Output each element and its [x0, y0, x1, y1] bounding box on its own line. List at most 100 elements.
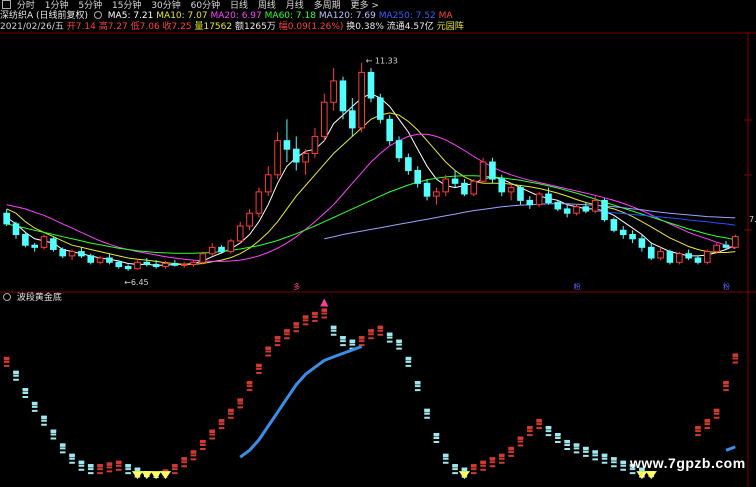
candle — [675, 251, 683, 265]
ma20-line — [6, 133, 736, 262]
candle — [171, 260, 179, 267]
candle-body — [433, 191, 440, 197]
candle — [554, 200, 562, 212]
candle — [461, 179, 468, 197]
bottom-signal — [458, 471, 470, 480]
candle-body — [545, 193, 552, 204]
candle-body — [395, 140, 403, 159]
candle — [535, 191, 543, 207]
candle-body — [283, 140, 291, 150]
candle-body — [3, 212, 10, 225]
ma10-line — [6, 112, 736, 265]
candle-body — [666, 251, 674, 263]
candle-body — [498, 178, 506, 193]
candle-body — [479, 161, 487, 182]
candle-body — [292, 148, 300, 163]
candle — [563, 204, 571, 218]
indicator-base-line — [239, 345, 736, 459]
candle — [59, 247, 67, 258]
candle-body — [218, 246, 225, 253]
candle — [190, 260, 197, 267]
candle — [367, 68, 375, 103]
candle-body — [461, 182, 468, 195]
high-price-label: ← 11.33 — [366, 57, 398, 66]
candle-body — [246, 212, 253, 227]
candle — [666, 249, 674, 265]
candle-body — [339, 80, 347, 112]
candle-body — [115, 261, 123, 268]
candle-body — [694, 257, 702, 263]
candle-body — [22, 234, 29, 246]
candle-body — [31, 244, 38, 248]
candle — [647, 243, 655, 261]
candle-body — [685, 253, 692, 259]
candle-body — [311, 135, 319, 154]
candle-body — [470, 180, 478, 195]
signal-marker: 粉 — [574, 282, 581, 291]
moving-averages — [6, 93, 736, 266]
candle-body — [349, 110, 356, 129]
candlesticks — [3, 62, 739, 271]
candle-body — [124, 266, 132, 270]
candle — [227, 238, 235, 254]
candle-body — [732, 236, 739, 248]
candle-body — [489, 161, 496, 180]
signal-marker: 粉 — [723, 282, 730, 291]
candle-body — [535, 193, 543, 206]
candle — [40, 234, 48, 250]
watermark: www.7gpzb.com — [630, 455, 746, 471]
candle-body — [264, 174, 272, 193]
candle-body — [171, 263, 179, 266]
candle — [489, 157, 496, 184]
candle — [619, 226, 627, 239]
candle — [236, 221, 244, 244]
ma120-line — [324, 203, 736, 240]
candle — [180, 261, 188, 268]
candle-body — [526, 199, 534, 206]
peak-signal — [320, 298, 329, 307]
candle — [601, 198, 608, 222]
low-price-label: ←6.45 — [124, 278, 149, 287]
candle — [22, 232, 29, 248]
candle-body — [358, 71, 365, 129]
candle-body — [442, 178, 450, 193]
candle-body — [573, 206, 580, 214]
candle-body — [330, 80, 337, 103]
candle — [302, 149, 309, 175]
candle-body — [414, 170, 422, 184]
candle — [517, 185, 524, 205]
candle-body — [190, 261, 197, 265]
candle — [292, 136, 300, 171]
candle-body — [12, 223, 20, 236]
candle-body — [507, 187, 515, 193]
candle — [283, 119, 291, 162]
candle-body — [152, 263, 160, 268]
candle-body — [601, 199, 608, 221]
candle-body — [274, 140, 281, 176]
bottom-signal — [131, 471, 144, 480]
candle-body — [367, 71, 375, 99]
signal-marker: 多 — [293, 282, 300, 291]
candle — [311, 127, 319, 158]
candle — [358, 62, 365, 133]
candle — [246, 208, 253, 231]
candle-body — [647, 246, 655, 259]
candle — [134, 260, 141, 270]
candle-body — [554, 202, 562, 210]
candle-body — [87, 255, 95, 263]
candle — [264, 166, 272, 197]
candle-body — [143, 261, 151, 265]
candle-body — [638, 238, 646, 248]
candle-body — [68, 251, 76, 257]
candle-body — [180, 263, 188, 266]
candle-body — [629, 234, 636, 240]
candle — [414, 166, 422, 188]
candle-body — [377, 97, 384, 120]
bottom-signal — [159, 471, 172, 480]
candle — [274, 132, 281, 180]
candle-body — [675, 253, 683, 263]
candle — [143, 258, 151, 267]
candle-body — [96, 257, 104, 263]
candle-body — [610, 219, 618, 231]
stock-chart[interactable]: ← 11.33 ←6.45 7.5 多 粉 粉 — [0, 0, 756, 487]
